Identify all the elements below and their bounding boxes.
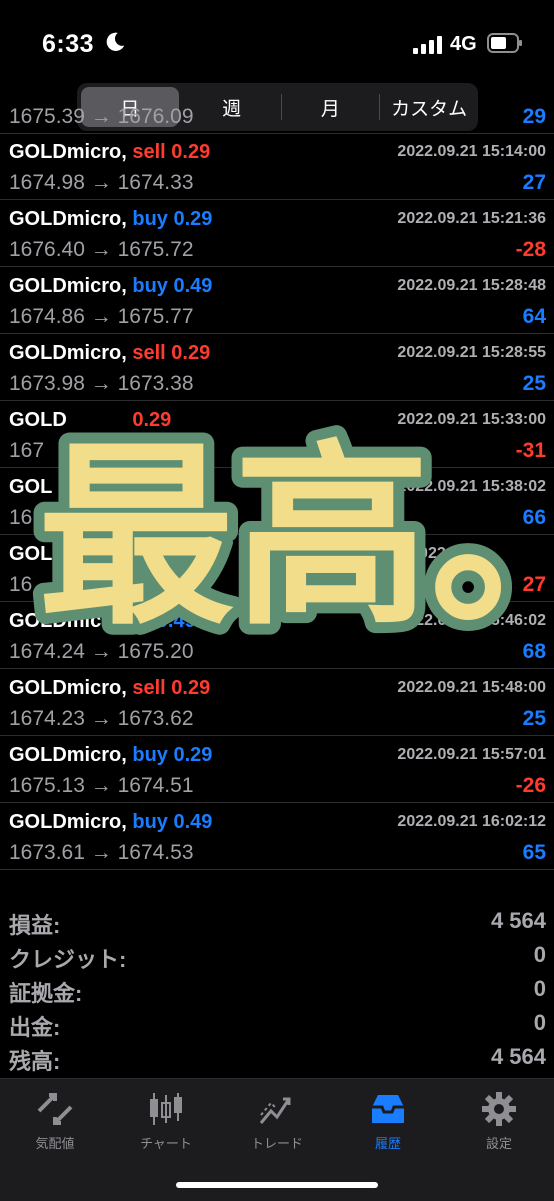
trade-datetime: 2022.09.21 15:48:00	[397, 679, 546, 696]
trade-profit: -26	[515, 774, 546, 797]
tab-history[interactable]: 履歴	[338, 1091, 438, 1152]
summary-row-profit: 損益: 4 564	[9, 908, 546, 938]
trade-prices: 1675.39 → 1676.09	[9, 105, 194, 128]
trade-row[interactable]: GOLDmicro, buy 0.49 2022.09.21 16:02:12 …	[0, 803, 554, 870]
trade-symbol: GOLDmicro, buy 0.49	[9, 811, 213, 833]
trade-side: buy 0.49	[132, 275, 213, 297]
trade-side: buy 0.29	[132, 744, 213, 766]
trade-datetime: 2022.09.21 15:46:02	[397, 612, 546, 629]
trade-prices: 1674.98 → 1674.33	[9, 171, 194, 194]
trade-datetime: 2022.09.21 16:02:12	[397, 813, 546, 830]
trade-prices: 1674.24 → 1675.20	[9, 640, 194, 663]
summary-row-margin: 証拠金: 0	[9, 976, 546, 1006]
trade-side: sell 0.29	[132, 342, 211, 364]
trade-datetime: 2022.09.21 15:28:48	[397, 277, 546, 294]
trade-datetime: 2022.09.21 15:14:00	[397, 143, 546, 160]
trade-side: 0.29	[132, 409, 172, 431]
summary-row-credit: クレジット: 0	[9, 942, 546, 972]
history-icon	[372, 1095, 404, 1123]
trade-prices: 1676.40 → 1675.72	[9, 238, 194, 261]
trade-datetime: 2022.09.21 15:38:02	[397, 478, 546, 495]
tab-chart[interactable]: チャート	[116, 1091, 216, 1152]
trade-symbol: GOLDmicro, sell 0.29	[9, 342, 211, 364]
status-time: 6:33	[42, 30, 95, 58]
trade-row[interactable]: GOL 2022.09.21 15:38:02 16 66	[0, 468, 554, 535]
summary-row-withdrawal: 出金: 0	[9, 1010, 546, 1040]
trade-profit: 64	[522, 305, 546, 328]
quotes-icon	[37, 1093, 73, 1125]
trade-row[interactable]: GOLDmicro, sell 0.29 2022.09.21 15:28:55…	[0, 334, 554, 401]
trade-datetime: 2022.09.21 15:33:00	[397, 411, 546, 428]
home-indicator	[176, 1182, 378, 1188]
trade-datetime: 2022.09	[410, 545, 468, 562]
trade-row[interactable]: GOLDmicro, sell 0.29 2022.09.21 15:48:00…	[0, 669, 554, 736]
trade-side: sell 0.29	[132, 141, 211, 163]
moon-icon	[106, 32, 125, 51]
tab-trade[interactable]: トレード	[227, 1091, 327, 1152]
status-bar: 6:33 4G	[0, 0, 554, 82]
trade-row[interactable]: 1675.39 → 1676.09 29	[0, 100, 554, 134]
trade-prices: 1675.13 → 1674.51	[9, 774, 194, 797]
trade-datetime: 2022.09.21 15:21:36	[397, 210, 546, 227]
trade-symbol: GOLD	[9, 543, 67, 565]
trade-datetime: 2022.09.21 15:57:01	[397, 746, 546, 763]
tab-settings[interactable]: 設定	[449, 1091, 549, 1152]
tab-quotes[interactable]: 気配値	[5, 1091, 105, 1152]
trade-symbol: GOLDmicro, buy 0.29	[9, 208, 213, 230]
chart-icon	[150, 1093, 182, 1125]
trade-profit: 65	[522, 841, 546, 864]
trade-row[interactable]: GOLDmicro, sell 0.29 2022.09.21 15:14:00…	[0, 133, 554, 200]
trade-profit: 25	[522, 372, 546, 395]
trade-prices: 1673.61 → 1674.53	[9, 841, 194, 864]
trade-symbol: GOLD 0.29	[9, 409, 172, 431]
network-type: 4G	[450, 33, 477, 55]
trade-symbol: GOL	[9, 476, 53, 498]
trade-side: 0.49	[156, 610, 196, 632]
trade-symbol: GOLDmic 0.49	[9, 610, 196, 632]
trade-symbol: GOLDmicro, buy 0.29	[9, 744, 213, 766]
trade-side: buy 0.49	[132, 811, 213, 833]
trade-profit: 25	[522, 707, 546, 730]
trade-symbol: GOLDmicro, sell 0.29	[9, 141, 211, 163]
trade-profit: 66	[522, 506, 546, 529]
trade-icon	[259, 1097, 291, 1124]
trade-side: buy 0.29	[132, 208, 213, 230]
summary-row-balance: 残高: 4 564	[9, 1044, 546, 1074]
trade-profit: 29	[522, 105, 546, 128]
trade-symbol: GOLDmicro, sell 0.29	[9, 677, 211, 699]
trade-profit: 27	[522, 171, 546, 194]
trade-profit: -31	[515, 439, 546, 462]
settings-icon	[482, 1092, 516, 1126]
trade-prices: 1674.23 → 1673.62	[9, 707, 194, 730]
trade-profit: -28	[515, 238, 546, 261]
trade-prices: 167 74.22	[9, 439, 173, 462]
trade-prices: 16	[9, 506, 33, 529]
battery-icon	[487, 33, 522, 53]
trade-profit: 27	[522, 573, 546, 596]
trade-prices: 16	[9, 573, 33, 596]
trade-side: sell 0.29	[132, 677, 211, 699]
trade-prices: 1673.98 → 1673.38	[9, 372, 194, 395]
trade-symbol: GOLDmicro, buy 0.49	[9, 275, 213, 297]
trade-row[interactable]: GOLD 0.29 2022.09.21 15:33:00 167 74.22 …	[0, 401, 554, 468]
trade-row[interactable]: GOLD 2022.09 16 27	[0, 535, 554, 602]
trade-prices: 1674.86 → 1675.77	[9, 305, 194, 328]
signal-icon	[413, 36, 442, 54]
trade-profit: 68	[522, 640, 546, 663]
trade-datetime: 2022.09.21 15:28:55	[397, 344, 546, 361]
trade-row[interactable]: GOLDmicro, buy 0.29 2022.09.21 15:57:01 …	[0, 736, 554, 803]
trade-row[interactable]: GOLDmicro, buy 0.29 2022.09.21 15:21:36 …	[0, 200, 554, 267]
trade-row[interactable]: GOLDmicro, buy 0.49 2022.09.21 15:28:48 …	[0, 267, 554, 334]
trade-row[interactable]: GOLDmic 0.49 2022.09.21 15:46:02 1674.24…	[0, 602, 554, 669]
